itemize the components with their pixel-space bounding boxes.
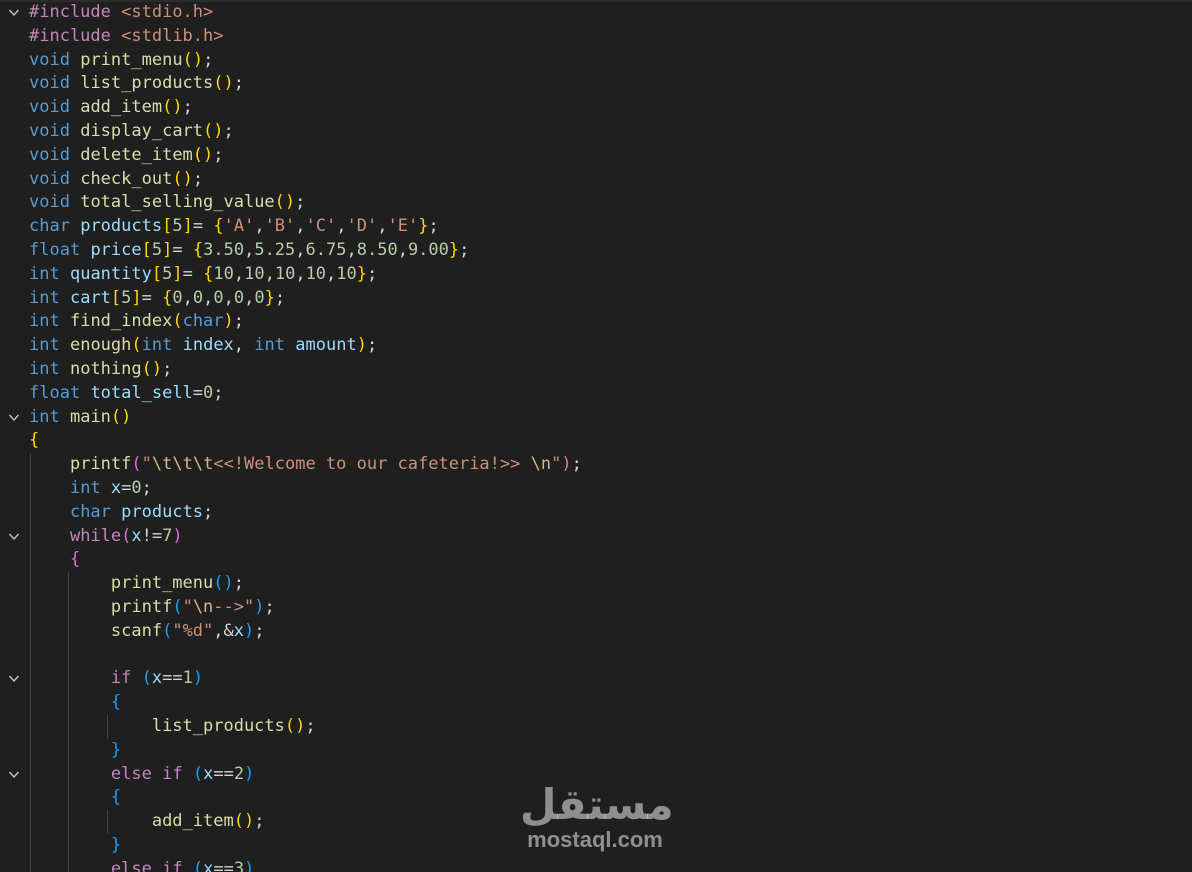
code-line[interactable]: scanf("%d",&x); <box>0 619 1192 644</box>
code-line[interactable]: void delete_item(); <box>0 144 1192 168</box>
chevron-down-icon[interactable] <box>6 763 22 787</box>
code-text[interactable]: int x=0; <box>29 477 152 501</box>
code-text[interactable]: scanf("%d",&x); <box>29 620 265 644</box>
chevron-down-icon[interactable] <box>6 525 22 549</box>
code-text[interactable]: printf("\n-->"); <box>29 596 275 620</box>
code-line[interactable]: #include <stdio.h> <box>0 1 1192 25</box>
code-text[interactable]: else if (x==3) <box>29 858 254 872</box>
code-text[interactable]: print_menu(); <box>29 572 244 596</box>
code-line[interactable]: list_products(); <box>0 714 1192 739</box>
code-line[interactable]: } <box>0 738 1192 763</box>
code-line[interactable]: int x=0; <box>0 476 1192 501</box>
code-text[interactable]: float price[5]= {3.50,5.25,6.75,8.50,9.0… <box>29 239 469 263</box>
code-text[interactable]: int enough(int index, int amount); <box>29 334 377 358</box>
code-text[interactable]: float total_sell=0; <box>29 382 224 406</box>
code-line[interactable]: while(x!=7) <box>0 524 1192 549</box>
chevron-down-icon[interactable] <box>6 1 22 25</box>
code-line[interactable]: add_item(); <box>0 810 1192 834</box>
code-line[interactable]: void list_products(); <box>0 72 1192 96</box>
code-text[interactable]: void add_item(); <box>29 96 193 120</box>
code-text[interactable]: void list_products(); <box>29 72 244 96</box>
code-text[interactable]: if (x==1) <box>29 667 203 691</box>
code-line[interactable]: int cart[5]= {0,0,0,0,0}; <box>0 287 1192 311</box>
code-line[interactable]: void check_out(); <box>0 168 1192 192</box>
code-editor[interactable]: #include <stdio.h> #include <stdlib.h> voi… <box>0 0 1192 872</box>
code-line[interactable]: printf("\n-->"); <box>0 595 1192 620</box>
code-lines[interactable]: #include <stdio.h> #include <stdlib.h> voi… <box>0 1 1192 872</box>
code-text[interactable]: void display_cart(); <box>29 120 234 144</box>
code-text[interactable]: int main() <box>29 406 131 430</box>
code-text[interactable]: int cart[5]= {0,0,0,0,0}; <box>29 287 285 311</box>
code-text[interactable]: int find_index(char); <box>29 310 244 334</box>
code-line[interactable]: void add_item(); <box>0 96 1192 120</box>
code-text[interactable]: { <box>29 786 121 810</box>
chevron-down-icon[interactable] <box>6 667 22 691</box>
code-line[interactable]: int enough(int index, int amount); <box>0 334 1192 358</box>
code-line[interactable]: char products; <box>0 500 1192 525</box>
code-line[interactable]: else if (x==2) <box>0 762 1192 787</box>
code-line[interactable]: int quantity[5]= {10,10,10,10,10}; <box>0 263 1192 287</box>
code-line[interactable]: void print_menu(); <box>0 49 1192 73</box>
code-line[interactable]: { <box>0 691 1192 715</box>
code-line[interactable]: } <box>0 833 1192 858</box>
code-text[interactable]: { <box>29 429 39 453</box>
code-text[interactable]: int nothing(); <box>29 358 172 382</box>
code-text[interactable]: char products[5]= {'A','B','C','D','E'}; <box>29 215 439 239</box>
code-text[interactable]: } <box>29 834 121 858</box>
code-line[interactable]: { <box>0 786 1192 811</box>
indent-guide <box>30 643 31 668</box>
code-text[interactable]: { <box>29 691 121 715</box>
code-text[interactable]: void check_out(); <box>29 168 203 192</box>
code-text[interactable]: } <box>29 739 121 763</box>
code-line[interactable]: print_menu(); <box>0 572 1192 596</box>
code-line[interactable]: if (x==1) <box>0 667 1192 692</box>
code-text[interactable]: { <box>29 548 80 572</box>
code-text[interactable]: while(x!=7) <box>29 525 183 549</box>
code-line[interactable]: int main() <box>0 406 1192 430</box>
code-text[interactable]: int quantity[5]= {10,10,10,10,10}; <box>29 263 377 287</box>
code-text[interactable]: list_products(); <box>29 715 316 739</box>
chevron-down-icon[interactable] <box>6 406 22 430</box>
code-line[interactable] <box>0 643 1192 668</box>
code-line[interactable]: float price[5]= {3.50,5.25,6.75,8.50,9.0… <box>0 239 1192 263</box>
code-text[interactable]: #include <stdio.h> <box>29 1 213 25</box>
code-line[interactable]: void total_selling_value(); <box>0 191 1192 215</box>
code-line[interactable]: char products[5]= {'A','B','C','D','E'}; <box>0 215 1192 239</box>
code-line[interactable]: else if (x==3) <box>0 857 1192 872</box>
code-line[interactable]: #include <stdlib.h> <box>0 25 1192 49</box>
code-text[interactable]: void delete_item(); <box>29 144 224 168</box>
code-text[interactable]: printf("\t\t\t<<!Welcome to our cafeteri… <box>29 453 582 477</box>
code-line[interactable]: void display_cart(); <box>0 120 1192 144</box>
code-line[interactable]: { <box>0 429 1192 453</box>
code-text[interactable]: add_item(); <box>29 810 265 834</box>
code-text[interactable]: char products; <box>29 501 213 525</box>
code-text[interactable]: #include <stdlib.h> <box>29 25 224 49</box>
code-line[interactable]: int find_index(char); <box>0 310 1192 334</box>
code-line[interactable]: int nothing(); <box>0 358 1192 382</box>
code-line[interactable]: { <box>0 548 1192 573</box>
code-line[interactable]: printf("\t\t\t<<!Welcome to our cafeteri… <box>0 453 1192 477</box>
indent-guide <box>68 643 70 668</box>
code-text[interactable]: else if (x==2) <box>29 763 254 787</box>
code-text[interactable]: void print_menu(); <box>29 49 213 73</box>
code-line[interactable]: float total_sell=0; <box>0 382 1192 406</box>
code-text[interactable]: void total_selling_value(); <box>29 191 305 215</box>
